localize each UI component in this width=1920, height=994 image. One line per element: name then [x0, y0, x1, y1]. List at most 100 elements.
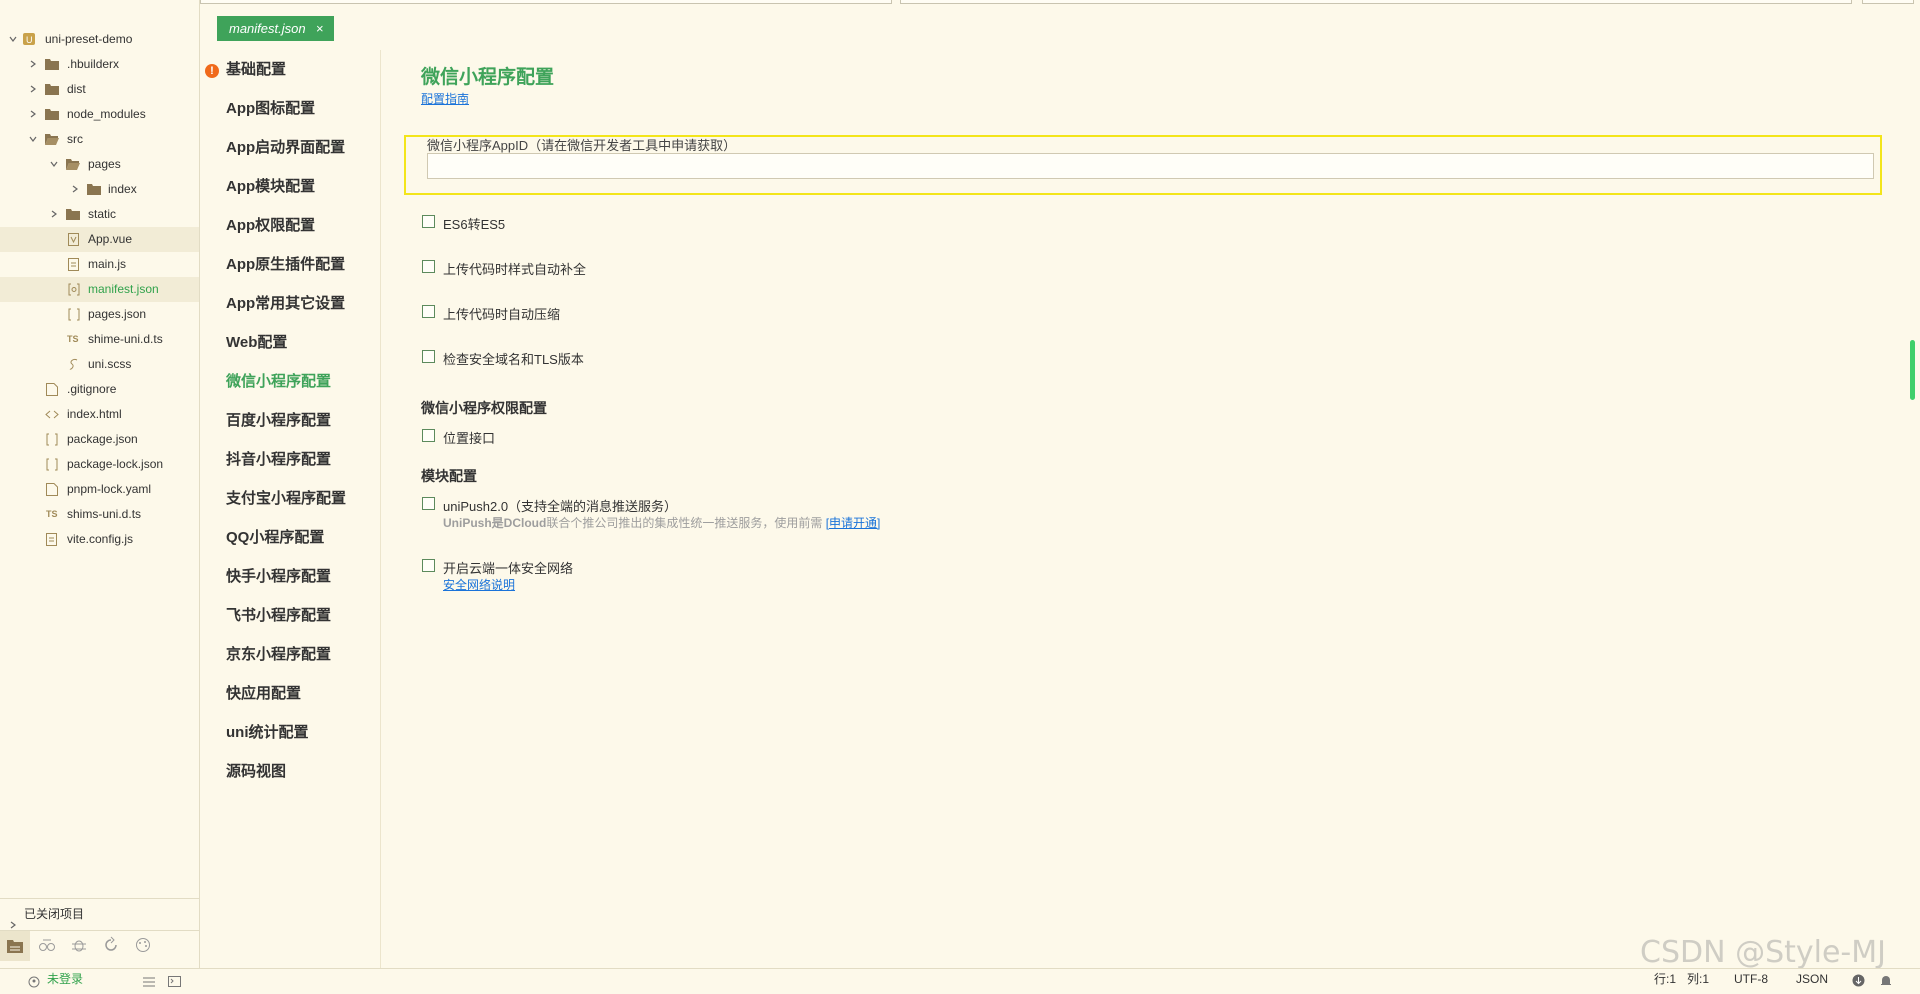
module-section-title: 模块配置	[421, 468, 477, 484]
json-file-icon	[68, 308, 82, 321]
url-check-checkbox[interactable]	[422, 350, 435, 363]
nav-item-baidu-mp[interactable]: 百度小程序配置	[226, 411, 331, 431]
tree-file-uni-scss[interactable]: uni.scss	[0, 352, 199, 377]
unipush-desc-text: 联合个推公司推出的集成性统一推送服务，使用前需	[546, 516, 823, 530]
minify-checkbox[interactable]	[422, 305, 435, 318]
search-field-right[interactable]	[900, 0, 1852, 4]
appid-input[interactable]	[427, 153, 1874, 179]
plugin-button[interactable]	[134, 936, 152, 954]
download-icon[interactable]	[1852, 973, 1865, 993]
unipush-checkbox[interactable]	[422, 497, 435, 510]
chevron-right-icon[interactable]	[29, 110, 37, 118]
nav-item-alipay-mp[interactable]: 支付宝小程序配置	[226, 489, 346, 509]
tree-file-main-js[interactable]: main.js	[0, 252, 199, 277]
binoculars-button[interactable]	[38, 936, 56, 954]
chevron-down-icon[interactable]	[9, 35, 17, 43]
tree-file-manifest-json[interactable]: manifest.json	[0, 277, 199, 302]
chevron-down-icon[interactable]	[50, 160, 58, 168]
tree-folder-static[interactable]: static	[0, 202, 199, 227]
tree-label: uni-preset-demo	[45, 32, 133, 46]
ts-file-icon: TS	[46, 509, 58, 519]
es6-to-es5-checkbox[interactable]	[422, 215, 435, 228]
chevron-right-icon[interactable]	[29, 60, 37, 68]
tree-file-package-json[interactable]: package.json	[0, 427, 199, 452]
tree-folder-node-modules[interactable]: node_modules	[0, 102, 199, 127]
js-file-icon	[46, 533, 60, 546]
nav-item-app-modules[interactable]: App模块配置	[226, 177, 315, 197]
cursor-col[interactable]: 列:1	[1687, 969, 1709, 989]
chevron-right-icon[interactable]	[50, 210, 58, 218]
nav-item-weixin-mp[interactable]: 微信小程序配置	[226, 372, 331, 392]
closed-projects-label: 已关闭项目	[24, 907, 85, 921]
postcss-checkbox[interactable]	[422, 260, 435, 273]
folder-icon	[45, 108, 59, 121]
tree-folder-dist[interactable]: dist	[0, 77, 199, 102]
explorer-toolbar	[0, 930, 199, 961]
folder-open-icon	[45, 133, 59, 146]
nav-item-feishu-mp[interactable]: 飞书小程序配置	[226, 606, 331, 626]
nav-item-qq-mp[interactable]: QQ小程序配置	[226, 528, 324, 548]
tree-label: uni.scss	[88, 357, 132, 371]
json-file-icon	[46, 458, 60, 471]
scrollbar-thumb[interactable]	[1910, 340, 1915, 400]
secure-network-checkbox[interactable]	[422, 559, 435, 572]
apply-link[interactable]: [申请开通]	[826, 516, 881, 530]
cursor-row[interactable]: 行:1	[1654, 969, 1676, 989]
nav-item-app-splash[interactable]: App启动界面配置	[226, 138, 345, 158]
tree-file-index-html[interactable]: index.html	[0, 402, 199, 427]
bug-icon	[72, 940, 86, 952]
nav-item-uni-stat[interactable]: uni统计配置	[226, 723, 309, 743]
nav-item-source-view[interactable]: 源码视图	[226, 762, 286, 782]
nav-item-jd-mp[interactable]: 京东小程序配置	[226, 645, 331, 665]
tree-label: manifest.json	[88, 282, 159, 296]
editor-tab-manifest[interactable]: manifest.json ×	[217, 16, 334, 41]
list-icon[interactable]	[143, 974, 155, 994]
debug-button[interactable]	[70, 936, 88, 954]
nav-item-app-permissions[interactable]: App权限配置	[226, 216, 315, 236]
binoculars-icon	[39, 939, 55, 951]
login-status[interactable]: 未登录	[47, 969, 83, 989]
language-indicator[interactable]: JSON	[1796, 969, 1828, 989]
tree-file-shims-uni-d-ts[interactable]: TS shims-uni.d.ts	[0, 502, 199, 527]
top-search-strip	[200, 0, 1920, 5]
nav-item-app-other-settings[interactable]: App常用其它设置	[226, 294, 345, 314]
minify-label: 上传代码时自动压缩	[443, 307, 561, 322]
nav-item-douyin-mp[interactable]: 抖音小程序配置	[226, 450, 331, 470]
tree-file-gitignore[interactable]: .gitignore	[0, 377, 199, 402]
close-icon[interactable]: ×	[316, 16, 324, 41]
nav-item-app-native-plugins[interactable]: App原生插件配置	[226, 255, 345, 275]
tree-folder-hbuilderx[interactable]: .hbuilderx	[0, 52, 199, 77]
nav-item-app-icon[interactable]: App图标配置	[226, 99, 315, 119]
nav-item-kuaishou-mp[interactable]: 快手小程序配置	[226, 567, 331, 587]
tree-file-shime-uni-d-ts[interactable]: TS shime-uni.d.ts	[0, 327, 199, 352]
nav-item-web[interactable]: Web配置	[226, 333, 287, 353]
chevron-right-icon[interactable]	[71, 185, 79, 193]
encoding-indicator[interactable]: UTF-8	[1734, 969, 1768, 989]
search-field-small[interactable]	[1862, 0, 1914, 4]
tree-project-root[interactable]: U uni-preset-demo	[0, 27, 199, 52]
tree-folder-pages[interactable]: pages	[0, 152, 199, 177]
source-control-button[interactable]	[102, 936, 120, 954]
config-guide-link[interactable]: 配置指南	[421, 90, 469, 107]
closed-projects-section[interactable]: 已关闭项目	[0, 899, 199, 929]
search-field-left[interactable]	[200, 0, 892, 4]
nav-item-quickapp[interactable]: 快应用配置	[226, 684, 301, 704]
tree-file-package-lock-json[interactable]: package-lock.json	[0, 452, 199, 477]
project-manager-button[interactable]	[0, 931, 30, 961]
tree-folder-src[interactable]: src	[0, 127, 199, 152]
json-settings-file-icon	[68, 283, 82, 296]
nav-item-basic[interactable]: 基础配置	[226, 60, 286, 80]
tree-file-pnpm-lock-yaml[interactable]: pnpm-lock.yaml	[0, 477, 199, 502]
tree-folder-index[interactable]: index	[0, 177, 199, 202]
bell-icon[interactable]	[1880, 973, 1892, 993]
secure-network-docs-link[interactable]: 安全网络说明	[443, 576, 515, 593]
chevron-down-icon[interactable]	[29, 135, 37, 143]
chevron-right-icon[interactable]	[29, 85, 37, 93]
terminal-icon[interactable]	[168, 973, 181, 993]
user-icon[interactable]	[28, 974, 40, 994]
tree-file-pages-json[interactable]: pages.json	[0, 302, 199, 327]
tree-label: src	[67, 132, 83, 146]
location-checkbox[interactable]	[422, 429, 435, 442]
tree-file-app-vue[interactable]: App.vue	[0, 227, 199, 252]
tree-file-vite-config-js[interactable]: vite.config.js	[0, 527, 199, 552]
